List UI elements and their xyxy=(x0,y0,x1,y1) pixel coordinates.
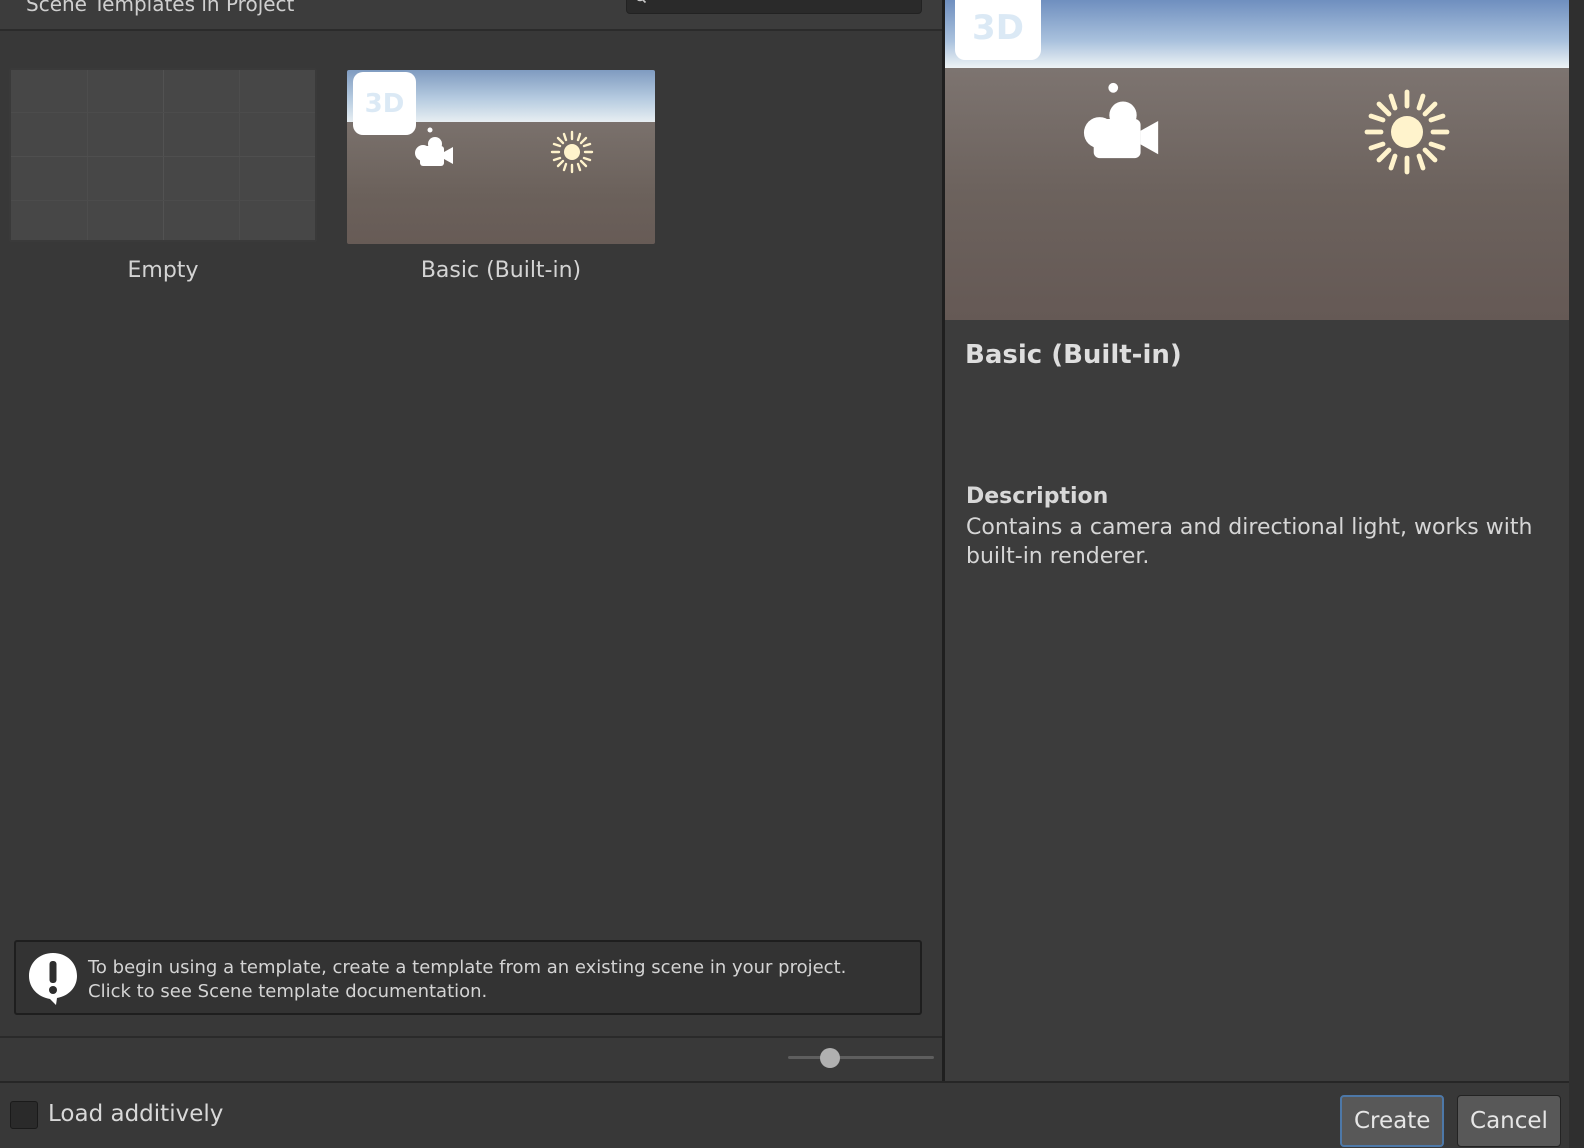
sun-icon xyxy=(550,130,594,174)
window-edge xyxy=(1569,0,1584,1148)
badge-3d: 3D xyxy=(353,72,416,135)
thumbnail-size-bar xyxy=(0,1036,943,1081)
thumbnail-size-slider-thumb[interactable] xyxy=(820,1048,841,1068)
sun-icon xyxy=(1364,89,1450,175)
search-input[interactable] xyxy=(626,0,922,14)
template-title: Basic (Built-in) xyxy=(965,340,1182,370)
cancel-button[interactable]: Cancel xyxy=(1457,1095,1561,1147)
info-icon xyxy=(29,953,77,1005)
template-thumbnail-empty xyxy=(9,68,317,242)
load-additively-label: Load additively xyxy=(48,1101,224,1127)
template-thumbnail-basic: 3D xyxy=(347,70,655,244)
load-additively-checkbox[interactable] xyxy=(10,1101,38,1129)
templates-header-title: Scene Templates in Project xyxy=(26,0,295,16)
templates-pane: Scene Templates in Project Empty 3D Basi… xyxy=(0,0,943,1081)
description-heading: Description xyxy=(966,484,1109,509)
footer-bar: Load additively Create Cancel xyxy=(0,1081,1569,1148)
scene-template-doc-info[interactable]: To begin using a template, create a temp… xyxy=(14,940,922,1015)
camera-icon xyxy=(1083,82,1159,159)
thumbnail-size-slider-track[interactable] xyxy=(788,1056,934,1059)
template-details-pane: 3D Basic (Built-in) Description Contains… xyxy=(945,0,1569,1081)
template-label: Basic (Built-in) xyxy=(420,258,582,283)
search-icon xyxy=(636,0,647,4)
template-preview: 3D xyxy=(945,0,1569,320)
info-text-line1: To begin using a template, create a temp… xyxy=(88,957,847,978)
description-text: Contains a camera and directional light,… xyxy=(966,515,1533,569)
create-button[interactable]: Create xyxy=(1340,1095,1444,1147)
info-text-line2: Click to see Scene template documentatio… xyxy=(88,981,488,1002)
camera-icon xyxy=(415,127,453,166)
template-label: Empty xyxy=(127,258,199,283)
badge-3d: 3D xyxy=(955,0,1041,60)
info-text: To begin using a template, create a temp… xyxy=(88,956,846,1004)
templates-header: Scene Templates in Project xyxy=(0,0,943,31)
